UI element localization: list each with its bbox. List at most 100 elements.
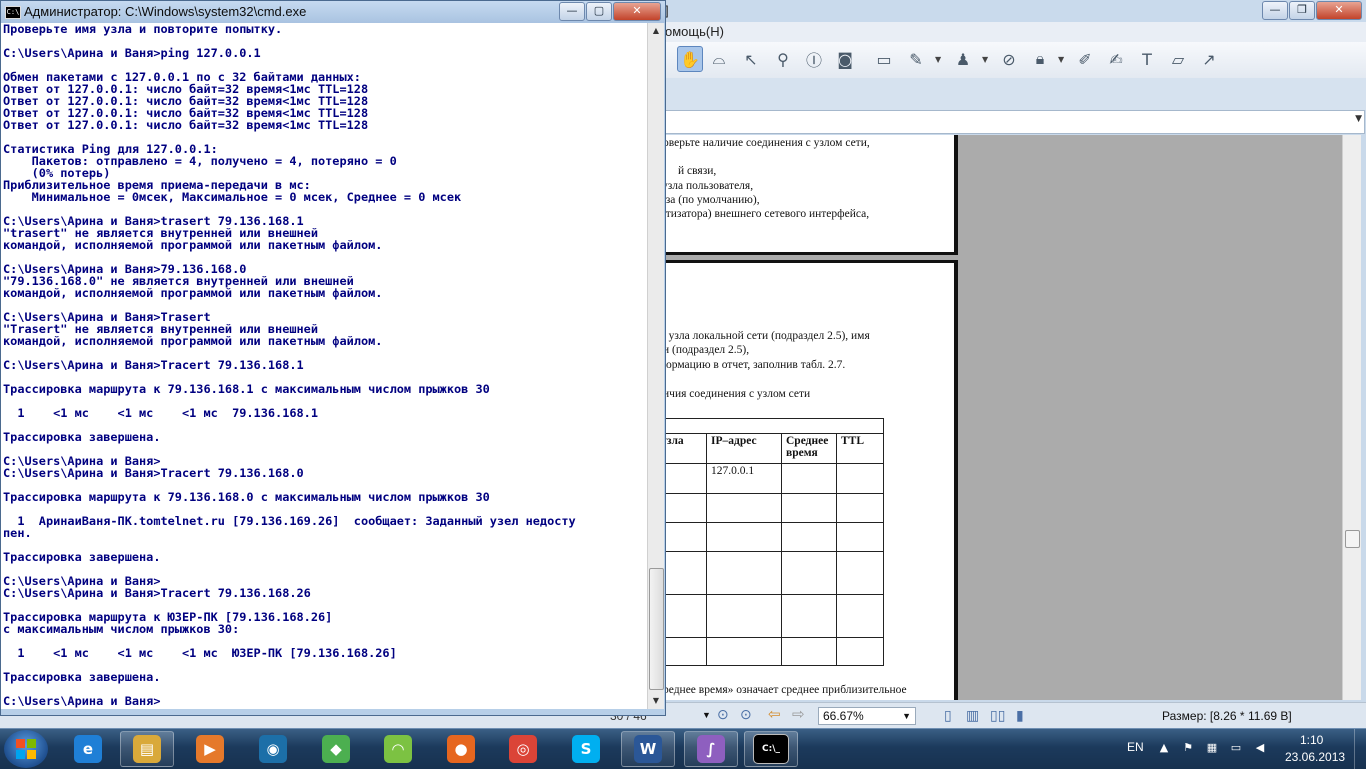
scroll-up-icon[interactable]: ▲ [648, 23, 664, 39]
cmd-line: C:\Users\Арина и Ваня>Tracert 79.136.168… [3, 358, 304, 372]
edit-icon[interactable]: ✐ [1072, 46, 1098, 72]
flag-icon[interactable]: ⚑ [1181, 741, 1195, 755]
cmd-titlebar[interactable]: C:\ Администратор: C:\Windows\system32\c… [1, 1, 665, 23]
viewer-address-field[interactable]: ▼ [660, 110, 1365, 134]
cmd-line: Проверьте имя узла и повторите попытку. [3, 23, 283, 36]
chevron-down-icon[interactable]: ▼ [1355, 114, 1362, 124]
comment-icon[interactable]: ▱ [1165, 46, 1191, 72]
document-page-29: оверьте наличие соединения с узлом сети,… [660, 135, 958, 255]
table-cell [836, 594, 884, 638]
display-icon[interactable]: ▭ [1229, 741, 1243, 755]
cmd-minimize-button[interactable]: — [559, 2, 585, 21]
table-cell [836, 463, 884, 494]
text-box-icon[interactable]: T [1134, 46, 1160, 72]
cmd-close-button[interactable]: ✕ [613, 2, 661, 21]
chrome-icon: ◎ [509, 735, 537, 763]
back-arrow-icon[interactable]: ⇦ [768, 705, 781, 723]
cmd-line: командой, исполняемой программой или пак… [3, 286, 383, 300]
viewer-close-button[interactable]: ✕ [1316, 1, 1362, 20]
select-arrow-icon[interactable]: ↖ [738, 46, 764, 72]
cmd-line: Ответ от 127.0.0.1: число байт=32 время<… [3, 118, 369, 132]
text-select-icon[interactable]: Ⓘ [801, 46, 827, 72]
taskbar-reader-app-button[interactable]: ∫ [684, 731, 738, 767]
chevron-down-icon[interactable]: ▼ [902, 711, 911, 721]
cmd-line: C:\Users\Арина и Ваня>Tracert 79.136.168… [3, 586, 311, 600]
table-cell [836, 637, 884, 666]
chevron-down-icon[interactable]: ▼ [702, 710, 711, 720]
cmd-output: Проверьте имя узла и повторите попытку. … [1, 23, 647, 707]
clock-time[interactable]: 1:10 [1300, 733, 1323, 747]
cmd-maximize-button[interactable]: ▢ [586, 2, 612, 21]
cmd-line: C:\Users\Арина и Ваня>ping 127.0.0.1 [3, 46, 261, 60]
camera-icon[interactable]: ◙ [832, 46, 858, 72]
cmd-scrollbar[interactable]: ▲ ▼ [647, 23, 664, 709]
table-cell [660, 522, 707, 552]
column-header: TTL [836, 433, 884, 464]
viewer-scrollbar-thumb[interactable] [1345, 530, 1360, 548]
taskbar-firefox-button[interactable]: ● [434, 731, 488, 767]
menu-help[interactable]: омощь(Н) [665, 24, 724, 39]
table-cell [706, 637, 782, 666]
edit-text-icon[interactable]: ✍ [1103, 46, 1129, 72]
taskbar-chrome-button[interactable]: ◎ [496, 731, 550, 767]
zoom-select[interactable]: 66.67% ▼ [818, 707, 916, 725]
show-desktop-button[interactable] [1354, 729, 1366, 769]
cmd-scrollbar-thumb[interactable] [649, 568, 664, 690]
lock-icon[interactable]: 🔒︎ [1027, 46, 1053, 72]
chevron-down-icon[interactable]: ▼ [1058, 55, 1064, 64]
doc-text-line: оверьте наличие соединения с узлом сети, [663, 137, 870, 149]
table-cell [706, 594, 782, 638]
cmd-console[interactable]: Проверьте имя узла и повторите попытку. … [1, 23, 647, 709]
cmd-app-icon[interactable]: C:\ [5, 6, 21, 19]
viewer-minimize-button[interactable]: — [1262, 1, 1288, 20]
continuous-page-icon[interactable]: ▥ [966, 707, 979, 724]
viewer-scrollbar[interactable] [1342, 135, 1361, 700]
single-page-icon[interactable]: ▯ [944, 707, 952, 724]
doc-text-line: оза (по умолчанию), [660, 194, 760, 206]
taskbar-media-player-button[interactable]: ▶ [183, 731, 237, 767]
viewer-restore-button[interactable]: ❐ [1289, 1, 1315, 20]
taskbar-word-button[interactable]: W [621, 731, 675, 767]
table-row [660, 522, 884, 552]
table-row [660, 637, 884, 666]
line-arrow-icon[interactable]: ↗ [1196, 46, 1222, 72]
binoculars-icon[interactable]: ⚲ [770, 46, 796, 72]
facing-pages-icon[interactable]: ▮ [1016, 707, 1024, 724]
taskbar-cmd-button[interactable]: C:\_ [744, 731, 798, 767]
taskbar: e ▤ ▶ ◉ ◆ ◠ ● ◎ S W ∫ C:\_ EN ▲ ⚑ ▦ ▭ ◀ 1:10 23.06.… [0, 728, 1366, 769]
language-indicator[interactable]: EN [1127, 740, 1144, 754]
note-pencil-icon[interactable]: ✎ [903, 46, 929, 72]
table-cell [706, 551, 782, 595]
taskbar-file-explorer-button[interactable]: ▤ [120, 731, 174, 767]
taskbar-globe-app-button[interactable]: ◉ [246, 731, 300, 767]
taskbar-skype-button[interactable]: S [559, 731, 613, 767]
doc-text-line: и (подраздел 2.5), [663, 344, 750, 356]
table-cell [781, 493, 837, 523]
glasses-icon[interactable]: ⌓ [706, 46, 732, 72]
document-canvas[interactable]: оверьте наличие соединения с узлом сети,… [660, 135, 1342, 700]
scroll-down-icon[interactable]: ▼ [648, 693, 664, 709]
table-cell [781, 551, 837, 595]
chevron-down-icon[interactable]: ▼ [935, 55, 941, 64]
table-cell [836, 522, 884, 552]
eraser-icon[interactable]: ⊘ [996, 46, 1022, 72]
start-button[interactable] [4, 730, 48, 768]
table-cell: 127.0.0.1 [706, 463, 782, 494]
taskbar-chrome-like-app-button[interactable]: ◆ [309, 731, 363, 767]
network-icon[interactable]: ▦ [1205, 741, 1219, 755]
volume-icon[interactable]: ◀ [1253, 741, 1267, 755]
doc-text-line: й связи, [678, 165, 717, 177]
two-page-icon[interactable]: ▯▯ [990, 707, 1005, 724]
chevron-down-icon[interactable]: ▼ [982, 55, 988, 64]
taskbar-internet-explorer-button[interactable]: e [61, 731, 115, 767]
rectangle-icon[interactable]: ▭ [871, 46, 897, 72]
stamp-icon[interactable]: ♟ [950, 46, 976, 72]
show-hidden-icons-icon[interactable]: ▲ [1157, 741, 1171, 755]
down-circle-icon[interactable]: ⊙ [717, 706, 729, 723]
hand-tool-icon[interactable]: ✋ [677, 46, 703, 72]
up-circle-icon[interactable]: ⊙ [740, 706, 752, 723]
clock-date[interactable]: 23.06.2013 [1285, 750, 1345, 764]
cmd-window-title: Администратор: C:\Windows\system32\cmd.e… [24, 4, 307, 19]
forward-arrow-icon[interactable]: ⇨ [792, 705, 805, 723]
taskbar-wifi-app-button[interactable]: ◠ [371, 731, 425, 767]
